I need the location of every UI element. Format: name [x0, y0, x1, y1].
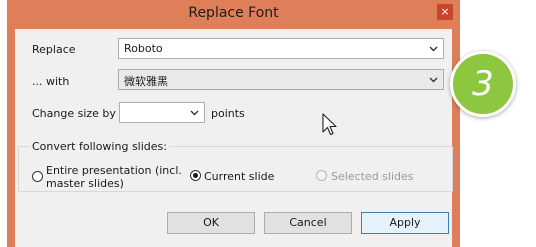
current-slide-label: Current slide [204, 170, 275, 183]
chevron-down-icon [190, 110, 199, 116]
ok-button[interactable]: OK [167, 212, 255, 234]
apply-button[interactable]: Apply [361, 212, 449, 234]
entire-presentation-label-line1: Entire presentation (incl. [46, 164, 182, 177]
replace-label: Replace [32, 43, 76, 56]
with-label: ... with [32, 75, 70, 88]
step-number: 3 [472, 64, 494, 104]
change-size-label: Change size by [32, 107, 116, 120]
entire-presentation-label-line2: master slides) [46, 177, 124, 190]
mouse-pointer-icon [322, 113, 337, 136]
selected-slides-label: Selected slides [331, 170, 414, 183]
entire-presentation-label: Entire presentation (incl. master slides… [46, 164, 182, 190]
step-number-badge: 3 [450, 51, 516, 117]
title-bar[interactable]: Replace Font × [7, 0, 460, 28]
selected-slides-radio[interactable] [316, 170, 327, 181]
entire-presentation-radio[interactable] [32, 171, 43, 182]
points-label: points [211, 107, 245, 120]
replace-font-select[interactable]: Roboto [118, 38, 444, 59]
chevron-down-icon [429, 46, 438, 52]
current-slide-radio[interactable] [190, 170, 201, 181]
replace-font-value: Roboto [124, 42, 163, 55]
size-select[interactable] [119, 102, 205, 123]
cancel-button[interactable]: Cancel [264, 212, 352, 234]
with-font-select[interactable]: 微软雅黑 [118, 69, 444, 90]
dialog-title: Replace Font [188, 5, 279, 21]
close-button[interactable]: × [437, 4, 453, 20]
with-font-value: 微软雅黑 [124, 75, 168, 88]
convert-group-title: Convert following slides: [30, 140, 169, 153]
chevron-down-icon [429, 77, 438, 83]
